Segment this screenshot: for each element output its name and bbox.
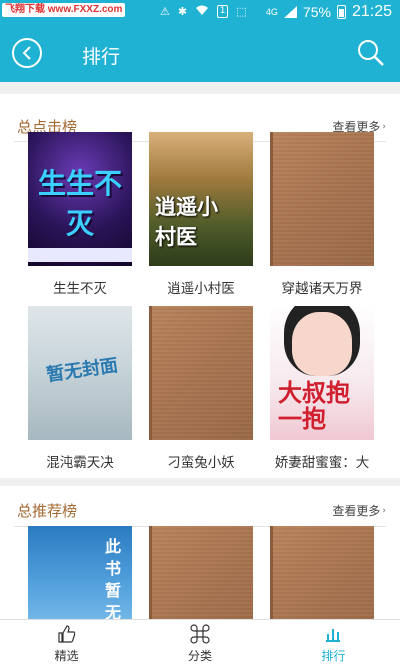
- cover-title-art: 生生不灭: [37, 167, 122, 240]
- thumbs-up-icon: [58, 624, 75, 643]
- book-item[interactable]: 刁蛮兔小妖: [149, 306, 253, 471]
- book-cover: 此书暂无封面: [28, 526, 132, 619]
- battery-icon: [336, 5, 346, 19]
- book-item[interactable]: 大叔抱一抱 娇妻甜蜜蜜：大: [270, 306, 374, 471]
- book-title: 混沌霸天决: [46, 455, 114, 471]
- app-header: 排行: [0, 26, 400, 82]
- book-cover: [149, 306, 253, 440]
- cover-title-art: 逍遥小村医: [155, 194, 218, 249]
- nav-item-category[interactable]: 分类: [133, 620, 266, 667]
- book-cover: 生生不灭: [28, 132, 132, 266]
- book-title: 穿越诸天万界: [281, 281, 363, 297]
- section-total-clicks: 总点击榜 查看更多 › 生生不灭 生生不灭 逍遥小村医 逍遥小村医 穿越诸天万界: [0, 94, 400, 478]
- book-title: 逍遥小村医: [167, 281, 235, 297]
- section-total-recommend: 总推荐榜 查看更多 › 此书暂无封面: [0, 486, 400, 619]
- cover-title-art: 暂无封面: [45, 355, 120, 386]
- sim-badge: 1: [217, 5, 229, 18]
- wifi-icon: [195, 4, 209, 19]
- book-item[interactable]: 此书暂无封面: [28, 526, 132, 619]
- book-cover: [270, 132, 374, 266]
- battery-percent: 75%: [302, 4, 331, 20]
- book-item[interactable]: 穿越诸天万界: [270, 132, 374, 297]
- notification-icon: ⚠: [160, 5, 170, 18]
- nav-item-ranking[interactable]: 排行: [267, 620, 400, 667]
- book-title: 娇妻甜蜜蜜：大: [274, 455, 370, 471]
- cover-footer: [28, 248, 132, 262]
- book-item[interactable]: [149, 526, 253, 619]
- search-button[interactable]: [356, 38, 386, 68]
- book-title: 刁蛮兔小妖: [167, 455, 235, 471]
- view-more-label: 查看更多: [332, 504, 381, 518]
- network-label: 4G: [265, 7, 278, 17]
- view-more-link[interactable]: 查看更多 ›: [332, 502, 386, 519]
- watermark-label: 飞翔下载 www.FXXZ.com: [2, 3, 126, 17]
- command-icon: [190, 623, 210, 644]
- section-title: 总推荐榜: [17, 502, 78, 520]
- status-bar: 飞翔下载 www.FXXZ.com ⚠ ✱ 1 ⬚ 4G 75% 21:25: [0, 0, 400, 26]
- book-cover: 暂无封面: [28, 306, 132, 440]
- book-item[interactable]: [270, 526, 374, 619]
- signal-icon: [283, 6, 297, 18]
- clock: 21:25: [351, 3, 392, 20]
- back-button[interactable]: [12, 38, 42, 68]
- book-cover: [149, 526, 253, 619]
- cover-illustration: [292, 312, 352, 376]
- ranking-icon: [326, 628, 341, 642]
- status-icons: ⚠ ✱ 1 ⬚: [160, 4, 247, 19]
- nav-item-featured[interactable]: 精选: [0, 620, 133, 667]
- book-title: 生生不灭: [53, 281, 107, 297]
- settings-icon: ✱: [177, 5, 188, 18]
- bottom-nav: 精选 分类 排行: [0, 619, 400, 667]
- chevron-left-icon: [22, 46, 31, 60]
- chevron-right-icon: ›: [382, 121, 386, 132]
- chevron-right-icon: ›: [382, 505, 386, 516]
- cover-title-art: 此书暂无封面: [104, 537, 121, 619]
- book-cover: 大叔抱一抱: [270, 306, 374, 440]
- search-icon: [358, 40, 384, 66]
- book-item[interactable]: 逍遥小村医 逍遥小村医: [149, 132, 253, 297]
- cover-title-art: 大叔抱一抱: [278, 378, 350, 433]
- book-cover: [270, 526, 374, 619]
- download-icon: ⬚: [236, 5, 247, 18]
- nav-label: 精选: [54, 648, 79, 663]
- book-item[interactable]: 暂无封面 混沌霸天决: [28, 306, 132, 471]
- status-right: 4G 75% 21:25: [266, 3, 392, 21]
- page-title: 排行: [82, 46, 121, 68]
- nav-label: 分类: [187, 648, 212, 663]
- book-item[interactable]: 生生不灭 生生不灭: [28, 132, 132, 297]
- nav-label: 排行: [321, 648, 346, 663]
- content-area[interactable]: 总点击榜 查看更多 › 生生不灭 生生不灭 逍遥小村医 逍遥小村医 穿越诸天万界: [0, 82, 400, 619]
- book-cover: 逍遥小村医: [149, 132, 253, 266]
